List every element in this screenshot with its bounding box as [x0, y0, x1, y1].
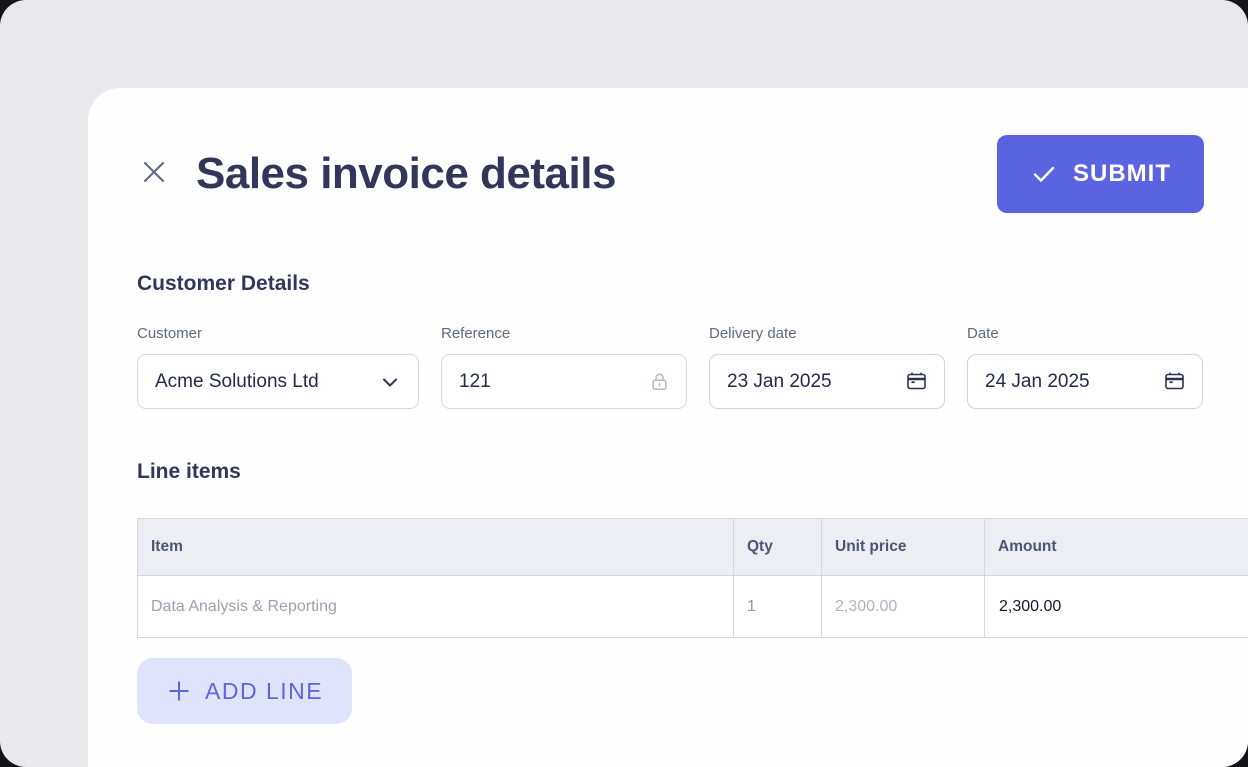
line-items-table: Item Qty Unit price Amount Data Analysis… [137, 518, 1248, 638]
column-header-item: Item [138, 519, 733, 575]
amount-cell[interactable]: 2,300.00 [984, 576, 1248, 637]
lock-icon [649, 371, 670, 392]
submit-button-label: SUBMIT [1073, 160, 1171, 187]
plus-icon [166, 678, 192, 704]
delivery-date-field-label: Delivery date [709, 325, 797, 342]
check-icon [1030, 160, 1058, 188]
date-field: Date 24 Jan 2025 [967, 325, 1203, 409]
date-field-label: Date [967, 325, 999, 342]
chevron-down-icon[interactable] [378, 370, 402, 394]
close-icon [138, 156, 170, 188]
date-value: 24 Jan 2025 [985, 370, 1090, 392]
reference-input-value: 121 [459, 370, 491, 392]
delivery-date-value: 23 Jan 2025 [727, 370, 832, 392]
delivery-date-field: Delivery date 23 Jan 2025 [709, 325, 945, 409]
calendar-icon[interactable] [905, 370, 928, 393]
add-line-button[interactable]: ADD LINE [137, 658, 353, 724]
reference-field: Reference 121 [441, 325, 687, 409]
add-line-button-label: ADD LINE [205, 677, 324, 704]
qty-cell[interactable]: 1 [733, 576, 821, 637]
column-header-qty: Qty [733, 519, 821, 575]
customer-field: Customer Acme Solutions Ltd [137, 325, 419, 409]
reference-field-label: Reference [441, 325, 511, 342]
reference-input[interactable]: 121 [441, 354, 687, 409]
customer-select-value: Acme Solutions Ltd [155, 370, 319, 392]
submit-button[interactable]: SUBMIT [997, 135, 1204, 213]
close-button[interactable] [134, 152, 174, 192]
customer-details-heading: Customer Details [137, 272, 310, 295]
customer-field-label: Customer [137, 325, 203, 342]
unit-price-cell[interactable]: 2,300.00 [821, 576, 984, 637]
item-cell[interactable]: Data Analysis & Reporting [138, 576, 733, 637]
delivery-date-input[interactable]: 23 Jan 2025 [709, 354, 945, 409]
column-header-amount: Amount [984, 519, 1248, 575]
table-row: Data Analysis & Reporting 1 2,300.00 2,3… [138, 576, 1248, 637]
line-items-heading: Line items [137, 460, 241, 483]
table-header-row: Item Qty Unit price Amount [138, 519, 1248, 576]
column-header-unit-price: Unit price [821, 519, 984, 575]
app-backdrop: Sales invoice details SUBMIT Customer De… [0, 0, 1248, 767]
date-input[interactable]: 24 Jan 2025 [967, 354, 1203, 409]
calendar-icon[interactable] [1163, 370, 1186, 393]
sales-invoice-modal: Sales invoice details SUBMIT Customer De… [88, 88, 1248, 767]
customer-select[interactable]: Acme Solutions Ltd [137, 354, 419, 409]
page-title: Sales invoice details [196, 149, 616, 198]
